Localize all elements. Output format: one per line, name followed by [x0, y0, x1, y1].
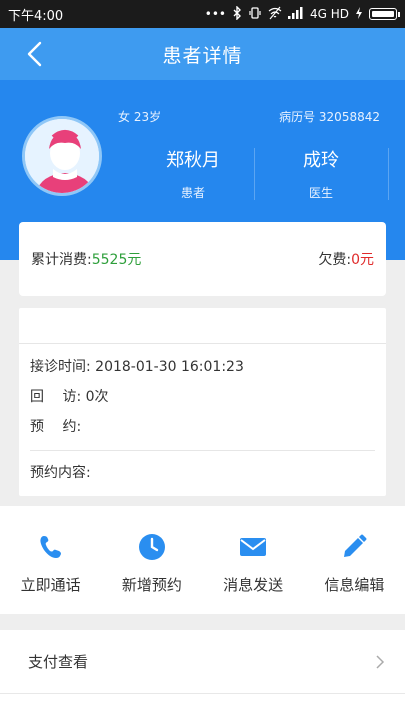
list-item-payment-view[interactable]: 支付查看 [0, 630, 405, 694]
chevron-right-icon [376, 654, 385, 669]
wifi-off-icon [268, 6, 282, 23]
page-title: 患者详情 [162, 44, 243, 67]
clock-icon [138, 534, 165, 560]
action-bar: 立即通话 新增预约 消息发送 信息编辑 [0, 506, 405, 614]
pencil-icon [344, 534, 367, 557]
appointment-content: 预约内容: [30, 465, 91, 481]
status-bar: 下午4:00 ••• 4G HD [0, 0, 405, 28]
patient-name: 郑秋月 [166, 150, 220, 171]
avatar-illustration [25, 119, 99, 193]
avatar [22, 116, 102, 196]
patient-name-block: 郑秋月 患者 [128, 146, 258, 201]
info-card-header [19, 308, 386, 344]
visit-time: 接诊时间: 2018-01-30 16:01:23 [30, 359, 244, 375]
new-appointment-button[interactable]: 新增预约 [101, 506, 202, 614]
status-time: 下午4:00 [8, 8, 64, 24]
back-chevron-icon[interactable] [22, 40, 50, 68]
total-consumption: 累计消费:5525元 [31, 249, 141, 269]
info-divider [30, 450, 375, 451]
edit-info-label: 信息编辑 [324, 576, 385, 594]
total-consumption-value: 5525元 [91, 252, 142, 268]
edit-info-button[interactable]: 信息编辑 [304, 506, 405, 614]
visit-info-card: 接诊时间: 2018-01-30 16:01:23 回 访: 0次 预 约: 预… [19, 308, 386, 496]
signal-icon [287, 6, 304, 22]
dots-icon: ••• [204, 7, 226, 21]
patient-role: 患者 [180, 186, 205, 200]
battery-icon [369, 8, 400, 20]
network-label: 4G HD [309, 7, 349, 21]
amount-owed: 欠费:0元 [318, 249, 374, 269]
send-message-button[interactable]: 消息发送 [203, 506, 304, 614]
header-divider [388, 148, 389, 200]
list-item-label: 支付查看 [28, 653, 89, 671]
send-message-label: 消息发送 [223, 576, 284, 594]
vibrate-icon [248, 6, 262, 23]
gender-age: 女 23岁 [118, 110, 162, 124]
new-appointment-label: 新增预约 [121, 576, 182, 594]
options-list: 支付查看 [0, 630, 405, 720]
doctor-name: 成玲 [303, 150, 339, 171]
charging-icon [355, 6, 363, 22]
total-consumption-label: 累计消费: [31, 252, 92, 268]
header-divider [254, 148, 255, 200]
nav-bar: 患者详情 [0, 28, 405, 80]
appointment: 预 约: [30, 419, 82, 435]
mail-icon [240, 538, 267, 556]
record-number: 病历号 32058842 [279, 110, 380, 124]
doctor-name-block: 成玲 医生 [256, 146, 386, 201]
bluetooth-icon [232, 4, 242, 23]
amount-owed-value: 0元 [351, 252, 374, 268]
call-now-button[interactable]: 立即通话 [0, 506, 101, 614]
status-icons: ••• 4G HD [204, 4, 400, 23]
call-now-label: 立即通话 [20, 576, 81, 594]
doctor-role: 医生 [308, 186, 333, 200]
revisit-count: 回 访: 0次 [30, 389, 109, 405]
amount-owed-label: 欠费: [318, 252, 352, 268]
phone-icon [40, 536, 61, 558]
fee-card: 累计消费:5525元 欠费:0元 [19, 222, 386, 296]
